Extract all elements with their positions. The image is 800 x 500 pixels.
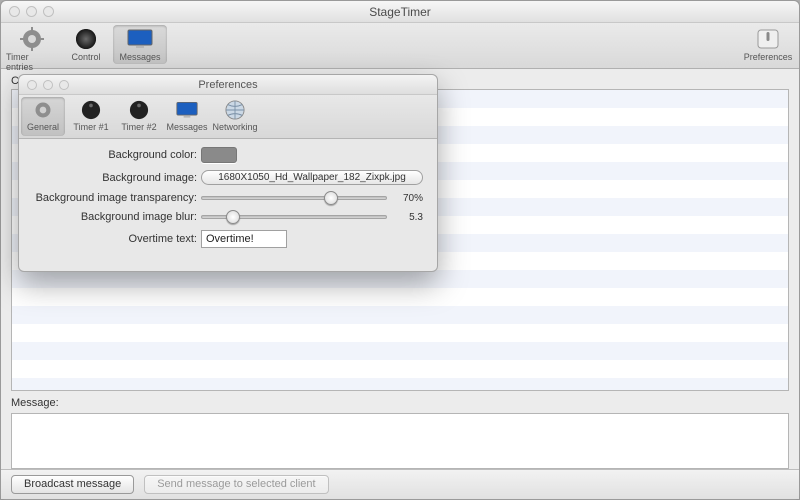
main-titlebar: StageTimer	[1, 1, 799, 23]
pref-tab-label: Networking	[212, 122, 257, 132]
pref-row-overtime: Overtime text:	[33, 230, 423, 248]
pref-tab-label: Timer #1	[73, 122, 108, 132]
minimize-icon[interactable]	[43, 80, 53, 90]
toolbar-label: Control	[71, 52, 100, 62]
pref-window-controls	[19, 80, 69, 90]
list-row	[12, 342, 788, 360]
pref-tab-general[interactable]: General	[21, 97, 65, 136]
pref-row-bgimage: Background image: 1680X1050_Hd_Wallpaper…	[33, 170, 423, 185]
knob-icon	[127, 99, 151, 121]
pref-tab-messages[interactable]: Messages	[165, 97, 209, 136]
pref-row-bgcolor: Background color:	[33, 147, 423, 163]
list-row	[12, 324, 788, 342]
preferences-window: Preferences General Timer #1 Timer #2 Me…	[18, 74, 438, 272]
broadcast-button[interactable]: Broadcast message	[11, 475, 134, 494]
display-icon	[127, 27, 153, 51]
toolbar-item-control[interactable]: Control	[59, 25, 113, 64]
overtime-label: Overtime text:	[33, 233, 201, 245]
pref-row-blur: Background image blur: 5.3	[33, 211, 423, 223]
zoom-icon[interactable]	[43, 6, 54, 17]
toolbar-label: Messages	[119, 52, 160, 62]
message-textarea[interactable]	[11, 413, 789, 469]
list-row	[12, 360, 788, 378]
send-selected-button: Send message to selected client	[144, 475, 328, 494]
list-row	[12, 378, 788, 391]
window-controls	[1, 6, 54, 17]
transparency-value: 70%	[395, 193, 423, 204]
pref-row-transparency: Background image transparency: 70%	[33, 192, 423, 204]
minimize-icon[interactable]	[26, 6, 37, 17]
bgimage-file-button[interactable]: 1680X1050_Hd_Wallpaper_182_Zixpk.jpg	[201, 170, 423, 185]
app-title: StageTimer	[1, 5, 799, 19]
toolbar-label: Preferences	[744, 52, 793, 62]
display-icon	[175, 99, 199, 121]
blur-value: 5.3	[395, 212, 423, 223]
preferences-body: Background color: Background image: 1680…	[19, 139, 437, 271]
bgcolor-swatch[interactable]	[201, 147, 237, 163]
preferences-titlebar: Preferences	[19, 75, 437, 95]
message-label: Message:	[1, 391, 799, 411]
close-icon[interactable]	[9, 6, 20, 17]
toolbar-item-messages[interactable]: Messages	[113, 25, 167, 64]
bottom-bar: Broadcast message Send message to select…	[1, 469, 799, 499]
switch-icon	[755, 27, 781, 51]
pref-tab-label: Timer #2	[121, 122, 156, 132]
overtime-input[interactable]	[201, 230, 287, 248]
pref-tab-networking[interactable]: Networking	[213, 97, 257, 136]
globe-icon	[223, 99, 247, 121]
zoom-icon[interactable]	[59, 80, 69, 90]
pref-tab-label: Messages	[166, 122, 207, 132]
gear-icon	[31, 99, 55, 121]
bgimage-label: Background image:	[33, 172, 201, 184]
preferences-title: Preferences	[19, 79, 437, 91]
list-row	[12, 306, 788, 324]
preferences-toolbar: General Timer #1 Timer #2 Messages Netwo…	[19, 95, 437, 139]
list-row	[12, 288, 788, 306]
transparency-slider[interactable]	[201, 196, 387, 200]
blur-slider[interactable]	[201, 215, 387, 219]
toolbar-item-timer-entries[interactable]: Timer entries	[5, 25, 59, 74]
transparency-label: Background image transparency:	[33, 192, 201, 204]
knob-icon	[73, 27, 99, 51]
toolbar-item-preferences[interactable]: Preferences	[741, 25, 795, 64]
close-icon[interactable]	[27, 80, 37, 90]
list-row	[12, 270, 788, 288]
main-toolbar: Timer entries Control Messages Preferenc…	[1, 23, 799, 69]
pref-tab-timer1[interactable]: Timer #1	[69, 97, 113, 136]
bgcolor-label: Background color:	[33, 149, 201, 161]
knob-icon	[79, 99, 103, 121]
pref-tab-label: General	[27, 122, 59, 132]
blur-label: Background image blur:	[33, 211, 201, 223]
gear-icon	[19, 27, 45, 51]
slider-knob[interactable]	[226, 210, 240, 224]
pref-tab-timer2[interactable]: Timer #2	[117, 97, 161, 136]
slider-knob[interactable]	[324, 191, 338, 205]
